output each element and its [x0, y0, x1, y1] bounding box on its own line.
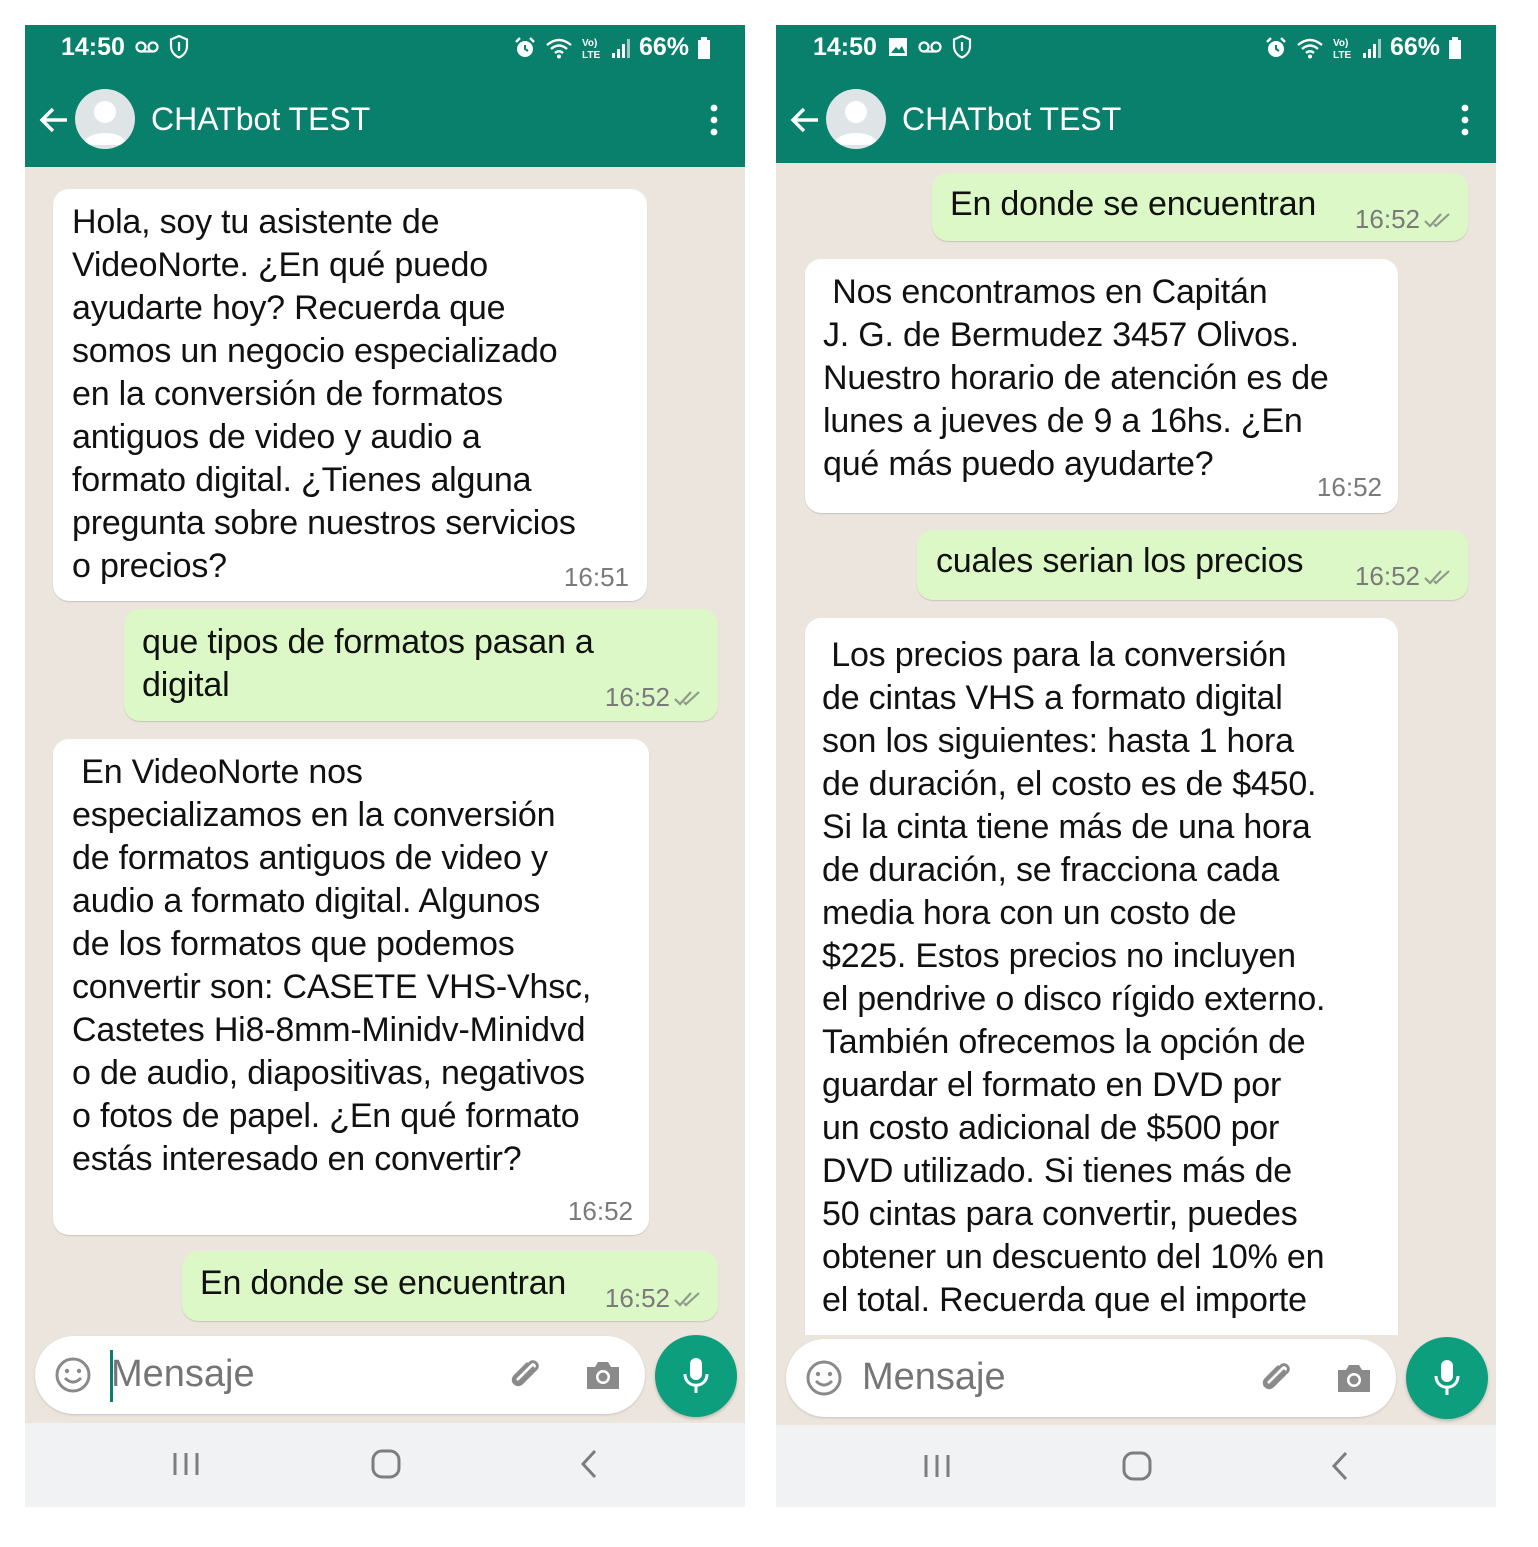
message-time: 16:52 — [1316, 472, 1382, 502]
message-composer — [786, 1339, 1396, 1417]
svg-text:LTE: LTE — [582, 50, 600, 60]
wifi-icon — [546, 38, 572, 58]
paperclip-icon[interactable] — [505, 1354, 545, 1394]
voicemail-icon — [135, 41, 159, 53]
message-text: Hola, soy tu asistente de VideoNorte. ¿E… — [72, 203, 576, 585]
message-incoming: En VideoNorte nos especializamos en la c… — [53, 739, 649, 1235]
chat-header: 14:50 Vo) LTE 66% CHATbot TEST — [25, 25, 745, 167]
wifi-icon — [1297, 38, 1323, 58]
message-text: En VideoNorte nos especializamos en la c… — [72, 753, 592, 1178]
battery-percent: 66% — [638, 33, 689, 61]
default-avatar-icon — [83, 101, 127, 145]
status-time: 14:50 — [61, 33, 125, 61]
paperclip-icon[interactable] — [1256, 1357, 1296, 1397]
message-outgoing: En donde se encuentran 16:52 — [182, 1251, 718, 1321]
home-icon[interactable] — [371, 1449, 401, 1479]
chat-title[interactable]: CHATbot TEST — [902, 101, 1121, 138]
app-bar: CHATbot TEST — [25, 75, 745, 165]
message-text: Los precios para la conversión de cintas… — [822, 636, 1326, 1319]
microphone-icon — [683, 1358, 709, 1393]
double-check-icon — [674, 691, 700, 706]
signal-icon — [611, 38, 630, 58]
avatar[interactable] — [75, 89, 135, 149]
message-time: 16:52 — [1354, 204, 1420, 234]
chat-header: 14:50 Vo) LTE 66% CHATbot TEST — [776, 25, 1496, 163]
arrow-left-icon[interactable] — [37, 103, 71, 137]
message-incoming: Nos encontramos en Capitán J. G. de Berm… — [805, 259, 1398, 513]
message-outgoing: cuales serian los precios 16:52 — [917, 530, 1468, 600]
microphone-icon — [1434, 1360, 1460, 1395]
message-list[interactable]: Hola, soy tu asistente de VideoNorte. ¿E… — [25, 167, 745, 1335]
volte-lte-icon: Vo)LTE — [582, 38, 600, 60]
message-composer — [35, 1336, 645, 1414]
message-incoming: Hola, soy tu asistente de VideoNorte. ¿E… — [53, 189, 647, 601]
message-outgoing: que tipos de formatos pasan a digital 16… — [124, 609, 718, 721]
message-time: 16:51 — [563, 562, 629, 592]
avatar[interactable] — [826, 89, 886, 149]
message-time: 16:52 — [1354, 561, 1420, 591]
system-nav-bar — [25, 1423, 745, 1507]
shield-icon — [169, 35, 189, 59]
alarm-icon — [1266, 36, 1286, 57]
camera-icon[interactable] — [583, 1356, 623, 1394]
battery-percent: 66% — [1389, 33, 1440, 61]
status-time: 14:50 — [813, 33, 877, 61]
mic-button[interactable] — [1406, 1337, 1488, 1419]
message-input[interactable] — [111, 1348, 491, 1400]
camera-icon[interactable] — [1334, 1359, 1374, 1397]
voicemail-icon — [918, 41, 942, 53]
svg-text:Vo): Vo) — [1333, 38, 1348, 49]
arrow-left-icon[interactable] — [788, 103, 822, 137]
message-text: Nos encontramos en Capitán J. G. de Berm… — [823, 273, 1329, 483]
recent-apps-icon[interactable] — [171, 1449, 201, 1479]
phone-screen-left: 14:50 Vo) LTE 66% CHATbot TEST Hola, soy… — [25, 25, 745, 1507]
message-text: En donde se encuentran — [950, 185, 1317, 223]
smiley-icon[interactable] — [53, 1355, 93, 1395]
message-time: 16:52 — [567, 1196, 633, 1226]
svg-text:Vo): Vo) — [582, 38, 597, 49]
phone-screen-right: 14:50 Vo) LTE 66% CHATbot TEST En donde … — [776, 25, 1496, 1507]
status-bar: 14:50 Vo) LTE 66% — [25, 25, 745, 69]
message-incoming: Los precios para la conversión de cintas… — [805, 618, 1398, 1335]
more-vertical-icon[interactable] — [1460, 103, 1470, 137]
smiley-icon[interactable] — [804, 1358, 844, 1398]
message-input[interactable] — [862, 1351, 1242, 1403]
nav-back-icon[interactable] — [577, 1449, 601, 1479]
system-nav-bar — [776, 1425, 1496, 1507]
message-list[interactable]: En donde se encuentran 16:52 Nos encontr… — [776, 163, 1496, 1335]
svg-text:LTE: LTE — [1333, 50, 1351, 60]
double-check-icon — [1424, 213, 1450, 228]
nav-back-icon[interactable] — [1328, 1451, 1352, 1481]
default-avatar-icon — [834, 101, 878, 145]
message-text: En donde se encuentran — [200, 1264, 567, 1302]
message-text: que tipos de formatos pasan a digital — [142, 623, 594, 704]
message-time: 16:52 — [604, 1283, 670, 1313]
shield-icon — [952, 35, 972, 59]
volte-lte-icon: Vo)LTE — [1333, 38, 1351, 60]
home-icon[interactable] — [1122, 1451, 1152, 1481]
battery-icon — [698, 36, 710, 59]
message-outgoing: En donde se encuentran 16:52 — [932, 173, 1468, 241]
double-check-icon — [674, 1292, 700, 1307]
status-bar: 14:50 Vo) LTE 66% — [776, 25, 1496, 69]
message-text: cuales serian los precios — [936, 542, 1304, 580]
signal-icon — [1362, 38, 1381, 58]
chat-title[interactable]: CHATbot TEST — [151, 101, 370, 138]
message-time: 16:52 — [604, 682, 670, 712]
double-check-icon — [1424, 570, 1450, 585]
more-vertical-icon[interactable] — [709, 103, 719, 137]
recent-apps-icon[interactable] — [922, 1451, 952, 1481]
app-bar: CHATbot TEST — [776, 75, 1496, 165]
mic-button[interactable] — [655, 1335, 737, 1417]
alarm-icon — [515, 36, 535, 57]
battery-icon — [1449, 36, 1461, 59]
image-icon — [889, 38, 907, 56]
